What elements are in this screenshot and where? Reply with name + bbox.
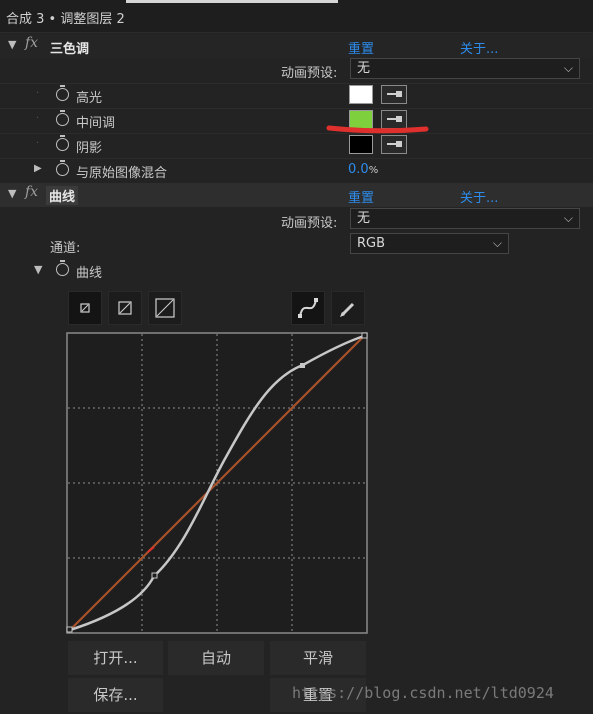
eyedropper-button[interactable]	[381, 135, 407, 154]
chevron-down-icon: ⌵	[563, 61, 573, 75]
graph-size-medium-button[interactable]	[108, 291, 142, 325]
graph-medium-icon	[118, 301, 132, 315]
preset-label: 动画预设:	[281, 216, 338, 231]
curves-graph[interactable]	[66, 332, 370, 636]
preset-value: 无	[357, 61, 371, 76]
bullet-dot: ·	[36, 88, 40, 99]
channel-value: RGB	[357, 236, 386, 251]
stopwatch-icon[interactable]	[56, 260, 69, 276]
curve-endpoint[interactable]	[361, 332, 368, 339]
effect-header-curves[interactable]	[0, 183, 593, 207]
curves-about-link[interactable]: 关于...	[460, 187, 498, 206]
blend-value[interactable]: 0.0%	[348, 162, 378, 177]
eyedropper-icon	[387, 91, 402, 97]
graph-size-large-button[interactable]	[148, 291, 182, 325]
color-swatch-highlights[interactable]	[349, 85, 373, 104]
curve-point[interactable]	[300, 363, 305, 368]
pencil-tool-button[interactable]	[331, 291, 365, 325]
chevron-down-icon: ⌵	[563, 211, 573, 225]
pencil-icon	[340, 302, 355, 317]
bullet-dot: ·	[36, 138, 40, 149]
collapse-triangle-icon[interactable]: ▼	[34, 263, 42, 276]
panel-title: 合成 3 • 调整图层 2	[6, 12, 125, 27]
smooth-button[interactable]: 平滑	[270, 641, 366, 675]
bullet-dot: ·	[36, 113, 40, 124]
stopwatch-icon[interactable]	[56, 135, 69, 151]
curve-label: 曲线	[76, 266, 103, 281]
curves-reset-link[interactable]: 重置	[348, 187, 374, 206]
auto-button[interactable]: 自动	[168, 641, 264, 675]
watermark: https://blog.csdn.net/ltd0924	[292, 684, 554, 702]
param-label-highlights: 高光	[76, 91, 103, 106]
channel-dropdown[interactable]: RGB ⌵	[350, 233, 509, 254]
eyedropper-icon	[387, 141, 402, 147]
blend-number: 0.0	[348, 162, 369, 177]
bezier-tool-button[interactable]	[291, 291, 325, 325]
stopwatch-icon[interactable]	[56, 110, 69, 126]
effect-name-curves[interactable]: 曲线	[46, 186, 79, 205]
stopwatch-icon[interactable]	[56, 85, 69, 101]
expand-triangle-icon[interactable]: ▶	[34, 163, 42, 174]
collapse-triangle-icon[interactable]: ▼	[8, 187, 16, 200]
active-tab-indicator	[126, 0, 338, 3]
color-swatch-shadows[interactable]	[349, 135, 373, 154]
blend-unit: %	[368, 165, 379, 176]
graph-large-icon	[155, 298, 175, 318]
graph-size-small-button[interactable]	[68, 291, 102, 325]
param-label-midtones: 中间调	[76, 116, 116, 131]
channel-label: 通道:	[50, 241, 81, 256]
graph-small-icon	[80, 303, 90, 313]
preset-value: 无	[357, 211, 371, 226]
fx-toggle-icon[interactable]: fx	[25, 35, 38, 51]
chevron-down-icon: ⌵	[492, 236, 502, 250]
preset-label: 动画预设:	[281, 66, 338, 81]
bezier-curve-icon	[298, 298, 318, 318]
collapse-triangle-icon[interactable]: ▼	[8, 38, 16, 51]
param-label-shadows: 阴影	[76, 141, 103, 156]
tritone-reset-link[interactable]: 重置	[348, 38, 374, 57]
tritone-preset-dropdown[interactable]: 无 ⌵	[350, 58, 580, 79]
fx-toggle-icon[interactable]: fx	[25, 184, 38, 200]
curves-preset-dropdown[interactable]: 无 ⌵	[350, 208, 580, 229]
curve-point[interactable]	[151, 572, 158, 579]
param-label-blend: 与原始图像混合	[76, 166, 168, 181]
eyedropper-button[interactable]	[381, 85, 407, 104]
save-button[interactable]: 保存...	[68, 678, 163, 712]
open-button[interactable]: 打开...	[68, 641, 163, 675]
effect-name-tritone[interactable]: 三色调	[50, 38, 89, 57]
stopwatch-icon[interactable]	[56, 160, 69, 176]
tritone-about-link[interactable]: 关于...	[460, 38, 498, 57]
curve-endpoint[interactable]	[66, 626, 73, 633]
annotation-underline	[326, 125, 429, 134]
